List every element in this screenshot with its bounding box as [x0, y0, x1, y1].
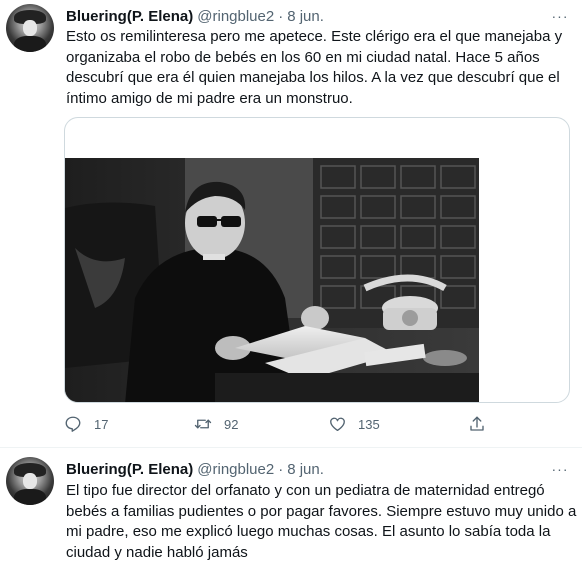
- tweet-actions: 17 92 135: [62, 413, 502, 435]
- tweet[interactable]: Bluering(P. Elena) @ringblue2 · 8 jun. ·…: [0, 449, 582, 561]
- reply-count: 17: [94, 416, 109, 432]
- like-button[interactable]: 135: [326, 413, 380, 435]
- author-name[interactable]: Bluering(P. Elena): [66, 461, 193, 478]
- separator-dot: ·: [278, 461, 284, 478]
- tweet-text: El tipo fue director del orfanato y con …: [66, 481, 577, 561]
- heart-icon: [326, 413, 348, 435]
- share-button[interactable]: [466, 413, 488, 435]
- tweet-text-line: descubrí que era él quien manejaba los h…: [66, 69, 560, 86]
- more-options-icon[interactable]: ···: [550, 461, 570, 477]
- like-count: 135: [358, 416, 380, 432]
- retweet-count: 92: [224, 416, 239, 432]
- tweet-text-line: mi padre, eso me explicó luego muchas co…: [66, 523, 551, 540]
- author-name[interactable]: Bluering(P. Elena): [66, 8, 193, 25]
- share-icon: [466, 413, 488, 435]
- tweet-text: Esto os remilinteresa pero me apetece. E…: [66, 27, 574, 109]
- tweet-header: Bluering(P. Elena) @ringblue2 · 8 jun.: [66, 8, 324, 26]
- retweet-icon: [192, 413, 214, 435]
- tweet-text-line: ciudad y nadie habló jamás: [66, 543, 248, 561]
- tweet-text-line: organizaba el robo de bebés en los 60 en…: [66, 48, 540, 66]
- avatar[interactable]: [6, 457, 54, 505]
- tweet-text-line: Esto os remilinteresa pero me apetece. E…: [66, 28, 563, 45]
- reply-button[interactable]: 17: [62, 413, 108, 435]
- tweet[interactable]: Bluering(P. Elena) @ringblue2 · 8 jun. ·…: [0, 0, 582, 448]
- tweet-text-line: El tipo fue director del orfanato y con …: [66, 482, 545, 499]
- tweet-date[interactable]: 8 jun.: [287, 8, 324, 25]
- tweet-media[interactable]: [64, 117, 570, 403]
- tweet-text-line: bebés a familias pudientes o por pagar f…: [66, 502, 577, 520]
- more-options-icon[interactable]: ···: [550, 8, 570, 24]
- author-handle[interactable]: @ringblue2: [197, 461, 274, 478]
- avatar[interactable]: [6, 4, 54, 52]
- tweet-photo[interactable]: [65, 158, 479, 402]
- author-handle[interactable]: @ringblue2: [197, 8, 274, 25]
- retweet-button[interactable]: 92: [192, 413, 238, 435]
- reply-icon: [62, 413, 84, 435]
- tweet-header: Bluering(P. Elena) @ringblue2 · 8 jun.: [66, 461, 324, 479]
- separator-dot: ·: [278, 8, 284, 25]
- tweet-date[interactable]: 8 jun.: [287, 461, 324, 478]
- photo-image: [65, 158, 479, 402]
- tweet-text-line: íntimo amigo de mi padre era un monstruo…: [66, 89, 353, 107]
